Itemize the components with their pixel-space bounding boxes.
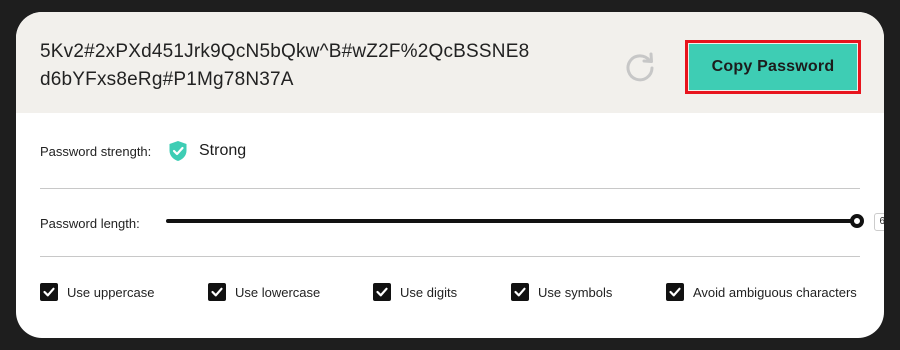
shield-check-icon	[168, 140, 188, 162]
password-line-1: 5Kv2#2xPXd451Jrk9QcN5bQkw^B#wZ2F%2QcBSSN…	[40, 41, 530, 62]
password-generator-card: 5Kv2#2xPXd451Jrk9QcN5bQkw^B#wZ2F%2QcBSSN…	[16, 12, 884, 338]
option-label: Use symbols	[538, 284, 613, 300]
option-lowercase[interactable]: Use lowercase	[208, 282, 320, 302]
generated-password: 5Kv2#2xPXd451Jrk9QcN5bQkw^B#wZ2F%2QcBSSN…	[40, 38, 600, 94]
checkbox-checked-icon[interactable]	[666, 283, 684, 301]
option-digits[interactable]: Use digits	[373, 282, 457, 302]
divider	[40, 188, 860, 189]
password-line-2: d6bYFxs8eRg#P1Mg78N37A	[40, 69, 294, 90]
option-label: Use uppercase	[67, 284, 155, 300]
option-label: Avoid ambiguous characters	[693, 284, 857, 300]
option-symbols[interactable]: Use symbols	[511, 282, 612, 302]
length-value-badge: 64	[874, 213, 884, 231]
checkbox-checked-icon[interactable]	[40, 283, 58, 301]
length-slider-track[interactable]	[166, 219, 858, 223]
option-uppercase[interactable]: Use uppercase	[40, 282, 154, 302]
checkbox-checked-icon[interactable]	[208, 283, 226, 301]
option-label: Use digits	[400, 284, 458, 300]
option-avoid-ambiguous[interactable]: Avoid ambiguous characters	[666, 282, 857, 302]
length-slider-thumb[interactable]	[850, 214, 864, 228]
refresh-icon[interactable]	[622, 49, 658, 85]
checkbox-checked-icon[interactable]	[373, 283, 391, 301]
copy-password-button[interactable]: Copy Password	[689, 44, 857, 90]
checkbox-checked-icon[interactable]	[511, 283, 529, 301]
option-label: Use lowercase	[235, 284, 321, 300]
divider	[40, 256, 860, 257]
strength-label: Password strength:	[40, 144, 152, 159]
length-label: Password length:	[40, 216, 140, 231]
strength-value: Strong	[199, 142, 247, 159]
